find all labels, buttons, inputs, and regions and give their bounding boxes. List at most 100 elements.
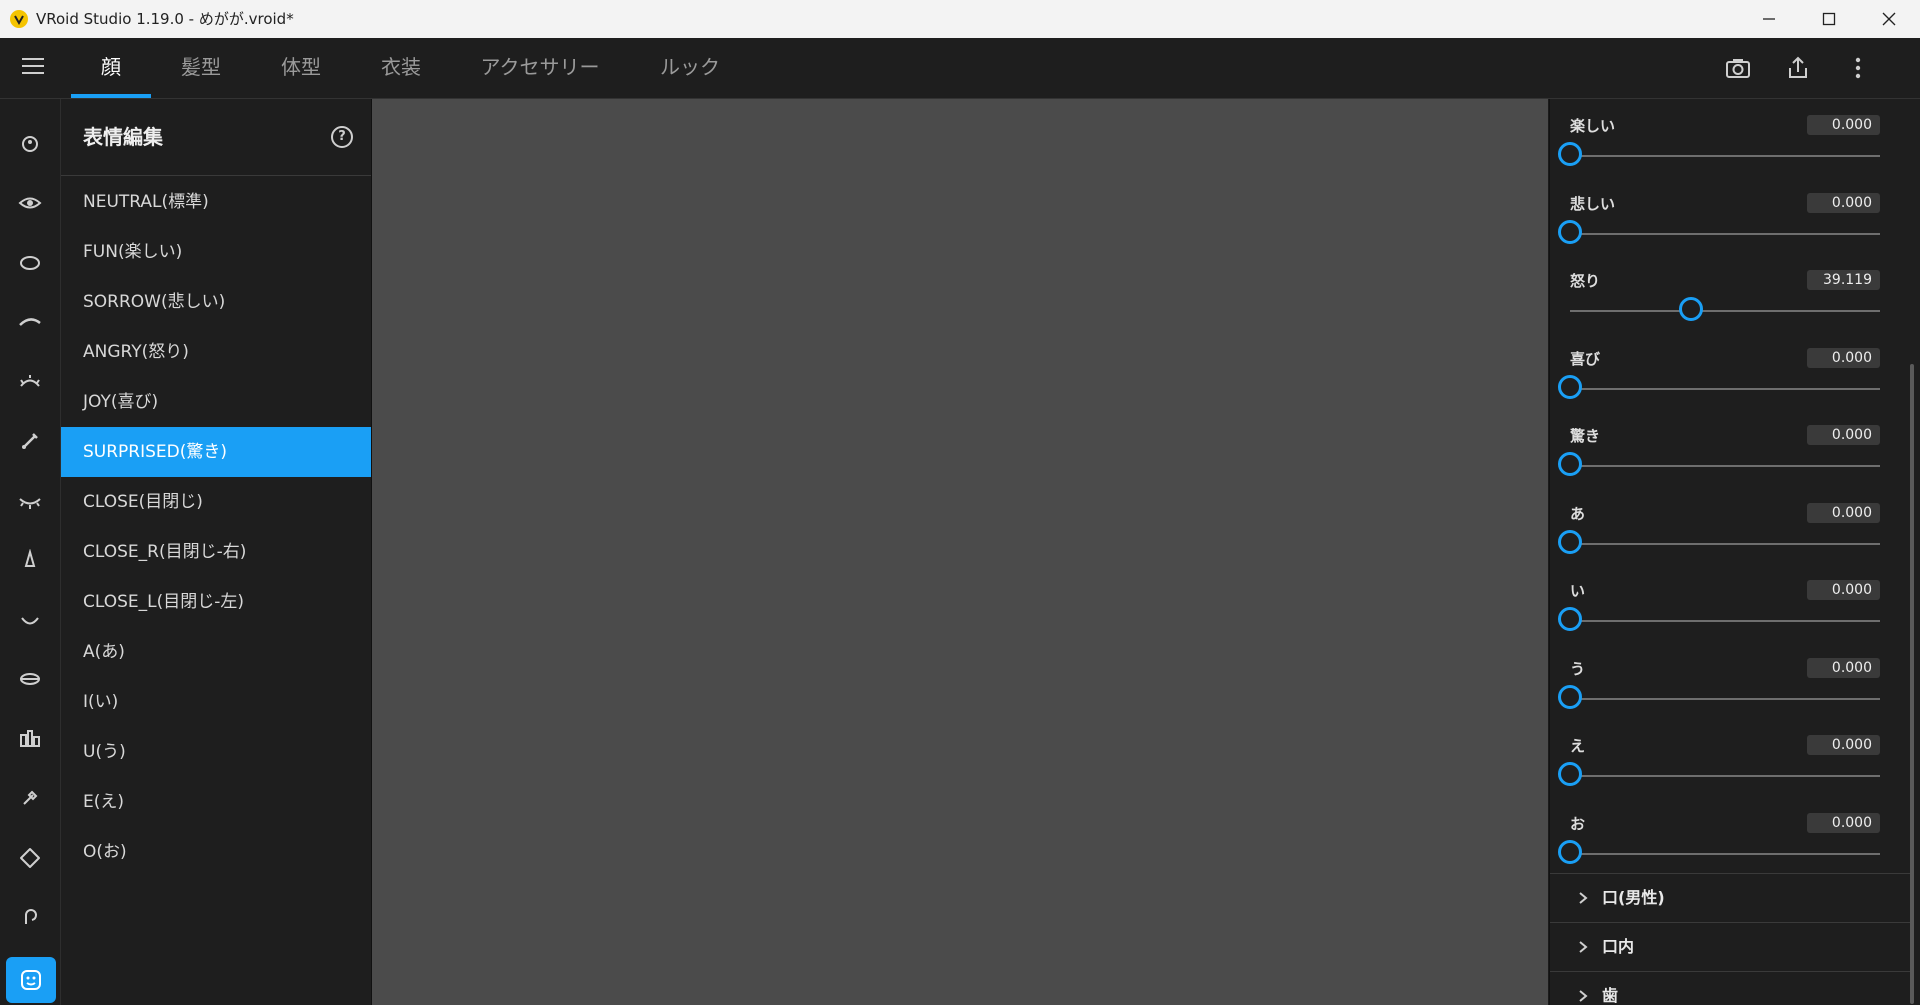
section-label: 口(男性) <box>1602 888 1665 907</box>
expression-slider-row: う 0.000 <box>1550 650 1910 727</box>
expression-item[interactable]: ANGRY(怒り) <box>61 327 371 377</box>
top-navigation: 顔 髪型 体型 衣装 アクセサリー ルック <box>0 38 1920 99</box>
slider-thumb[interactable] <box>1558 219 1582 244</box>
scrollbar[interactable] <box>1910 364 1914 1004</box>
expression-item[interactable]: JOY(喜び) <box>61 377 371 427</box>
tab-hairstyle[interactable]: 髪型 <box>165 38 237 98</box>
slider-track[interactable] <box>1570 852 1880 855</box>
expression-item[interactable]: CLOSE_R(目閉じ-右) <box>61 527 371 577</box>
slider-label: う <box>1570 659 1586 678</box>
nose-icon[interactable] <box>15 545 45 575</box>
title-bar: VRoid Studio 1.19.0 - めがが.vroid* <box>0 0 1920 39</box>
expression-item[interactable]: U(う) <box>61 727 371 777</box>
slider-label: あ <box>1570 504 1586 523</box>
chevron-right-icon <box>1579 892 1588 904</box>
slider-thumb[interactable] <box>1558 529 1582 554</box>
section-mouth-inner[interactable]: 口内 <box>1550 922 1910 971</box>
slider-value-input[interactable]: 0.000 <box>1807 425 1880 445</box>
slider-track[interactable] <box>1570 697 1880 700</box>
slider-thumb[interactable] <box>1558 607 1582 631</box>
chevron-right-icon <box>1579 941 1588 953</box>
slider-value-input[interactable]: 0.000 <box>1807 580 1880 600</box>
eye-icon[interactable] <box>15 188 45 218</box>
eyeliner-icon[interactable] <box>15 426 45 456</box>
expression-slider-row: お 0.000 <box>1550 805 1910 882</box>
slider-value-input[interactable]: 39.119 <box>1807 270 1880 290</box>
slider-value-input[interactable]: 0.000 <box>1807 347 1880 368</box>
teeth-icon[interactable] <box>15 724 45 754</box>
slider-thumb[interactable] <box>1558 374 1582 399</box>
maximize-button[interactable] <box>1800 0 1858 38</box>
tab-body[interactable]: 体型 <box>265 38 337 98</box>
expression-slider-row: い 0.000 <box>1550 572 1910 649</box>
slider-track[interactable] <box>1570 155 1880 157</box>
slider-track[interactable] <box>1570 465 1880 467</box>
slider-value-input[interactable]: 0.000 <box>1807 657 1880 678</box>
slider-track[interactable] <box>1570 310 1880 312</box>
slider-track[interactable] <box>1570 620 1880 622</box>
lips-icon[interactable] <box>15 664 45 694</box>
slider-label: 驚き <box>1570 427 1601 445</box>
brush-icon[interactable] <box>15 783 45 813</box>
expression-item[interactable]: E(え) <box>61 777 371 827</box>
closed-eye-icon[interactable] <box>15 486 45 516</box>
expression-slider-panel: 楽しい 0.000 悲しい 0.000 怒り 39.119 喜び 0.000 驚き 0.000 あ 0… <box>1549 99 1920 1005</box>
slider-track[interactable] <box>1570 775 1880 777</box>
slider-thumb[interactable] <box>1558 142 1582 166</box>
ear-icon[interactable] <box>15 902 45 932</box>
expression-item[interactable]: CLOSE(目閉じ) <box>61 477 371 527</box>
slider-label: 悲しい <box>1570 194 1616 213</box>
minimize-button[interactable] <box>1740 0 1798 38</box>
slider-thumb[interactable] <box>1558 452 1582 476</box>
eye-shape-icon[interactable] <box>15 248 45 278</box>
expression-item[interactable]: NEUTRAL(標準) <box>61 177 371 227</box>
expression-item[interactable]: O(お) <box>61 827 371 877</box>
category-rail <box>0 99 61 1005</box>
tab-accessory[interactable]: アクセサリー <box>470 38 610 98</box>
help-icon[interactable]: ? <box>331 126 353 148</box>
eyelash-icon[interactable] <box>15 367 45 397</box>
face-outline-icon[interactable] <box>15 129 45 159</box>
slider-value-input[interactable]: 0.000 <box>1807 115 1880 135</box>
expression-item[interactable]: FUN(楽しい) <box>61 227 371 277</box>
slider-value-input[interactable]: 0.000 <box>1807 735 1880 755</box>
section-mouth-male[interactable]: 口(男性) <box>1550 873 1910 922</box>
expression-item[interactable]: A(あ) <box>61 627 371 677</box>
slider-track[interactable] <box>1570 542 1880 545</box>
slider-value-input[interactable]: 0.000 <box>1807 192 1880 213</box>
slider-label: 喜び <box>1570 349 1601 368</box>
expression-slider-row: 喜び 0.000 <box>1550 340 1910 417</box>
slider-track[interactable] <box>1570 232 1880 235</box>
expression-slider-row: 怒り 39.119 <box>1550 262 1910 339</box>
expression-slider-row: あ 0.000 <box>1550 495 1910 572</box>
expression-item[interactable]: SORROW(悲しい) <box>61 277 371 327</box>
section-label: 口内 <box>1602 937 1635 956</box>
expression-slider-row: 楽しい 0.000 <box>1550 107 1910 184</box>
export-icon[interactable] <box>1784 54 1812 82</box>
camera-icon[interactable] <box>1724 54 1752 82</box>
eyebrow-icon[interactable] <box>15 307 45 337</box>
section-teeth[interactable]: 歯 <box>1550 971 1910 1005</box>
tab-outfit[interactable]: 衣装 <box>365 38 437 98</box>
tab-look[interactable]: ルック <box>650 38 730 98</box>
slider-thumb[interactable] <box>1558 839 1582 864</box>
slider-track[interactable] <box>1570 387 1880 390</box>
slider-value-input[interactable]: 0.000 <box>1807 502 1880 523</box>
section-label: 歯 <box>1602 986 1619 1005</box>
3d-viewport[interactable] <box>372 99 1548 1005</box>
expression-item[interactable]: I(い) <box>61 677 371 727</box>
slider-value-input[interactable]: 0.000 <box>1807 812 1880 833</box>
slider-thumb[interactable] <box>1558 762 1582 786</box>
tab-face[interactable]: 顔 <box>71 38 151 98</box>
menu-icon[interactable] <box>22 58 44 76</box>
head-shape-icon[interactable] <box>15 843 45 873</box>
slider-thumb[interactable] <box>1558 684 1582 709</box>
slider-label: い <box>1570 582 1586 600</box>
close-window-button[interactable] <box>1860 0 1918 38</box>
slider-thumb[interactable] <box>1679 297 1704 321</box>
expression-icon[interactable] <box>6 957 56 1003</box>
mouth-icon[interactable] <box>15 605 45 635</box>
more-vertical-icon[interactable] <box>1844 54 1872 82</box>
expression-item-selected[interactable]: SURPRISED(驚き) <box>61 427 371 477</box>
expression-item[interactable]: CLOSE_L(目閉じ-左) <box>61 577 371 627</box>
